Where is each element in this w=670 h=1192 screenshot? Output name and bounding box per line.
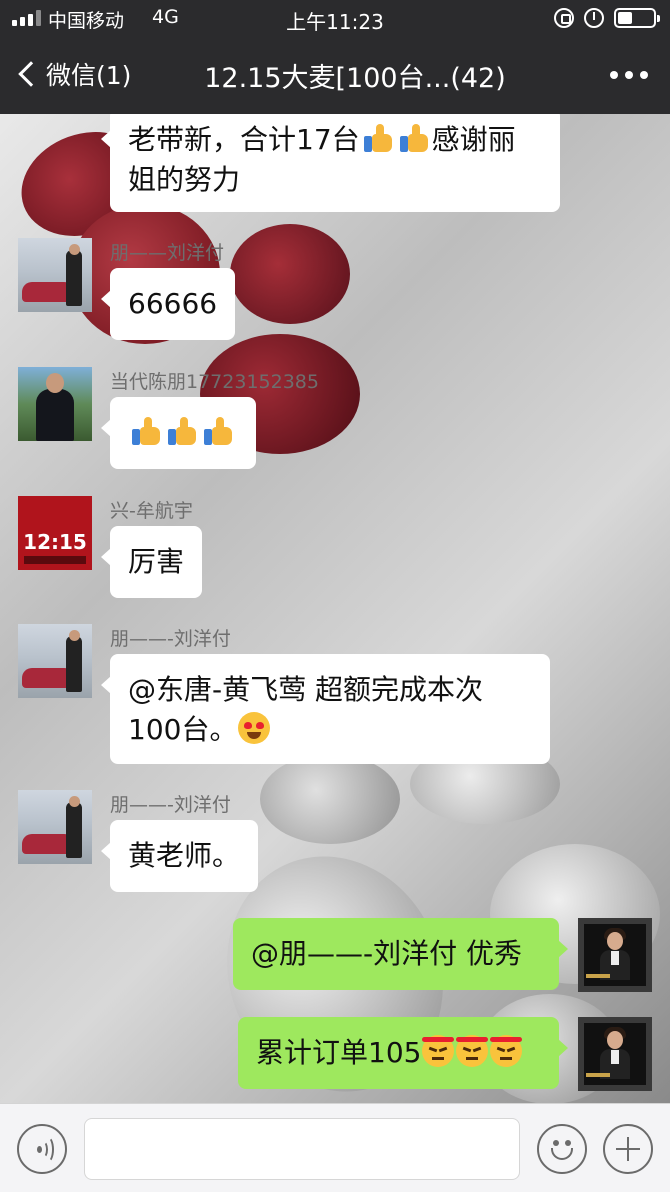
chevron-left-icon xyxy=(18,61,44,87)
plus-icon[interactable] xyxy=(603,1124,653,1174)
nav-bar: 微信(1) 12.15大麦[100台...(42) xyxy=(0,38,670,114)
avatar[interactable] xyxy=(18,790,92,864)
sender-name: 当代陈朋17723152385 xyxy=(110,371,319,393)
input-bar xyxy=(0,1103,670,1192)
sender-name: 兴-牟航宇 xyxy=(110,500,193,522)
sender-name: 朋——刘洋付 xyxy=(110,242,225,264)
message-bubble-self[interactable]: @朋——-刘洋付 优秀 xyxy=(233,918,568,990)
voice-icon[interactable] xyxy=(17,1124,67,1174)
message-text: 厉害 xyxy=(128,545,185,578)
angry-face-emoji-icon xyxy=(456,1035,489,1067)
sender-name: 朋——-刘洋付 xyxy=(110,628,231,650)
message-text: @朋——-刘洋付 优秀 xyxy=(251,937,523,970)
status-bar: 中国移动 4G 上午11:23 xyxy=(0,0,670,38)
avatar[interactable]: 12:15 xyxy=(18,496,92,570)
message-bubble[interactable]: 老带新，合计17台 感谢丽 姐的努力 xyxy=(101,114,560,212)
thumbs-up-icon xyxy=(398,122,430,154)
message-text: @东唐-黄飞莺 超额完成本次 xyxy=(128,673,484,706)
message-bubble[interactable]: 厉害 xyxy=(100,526,203,598)
chat-title: 12.15大麦[100台...(42) xyxy=(204,63,506,94)
message-bubble[interactable]: 黄老师。 xyxy=(100,820,259,892)
message-text: 老带新，合计17台 xyxy=(128,123,360,156)
message-bubble[interactable]: @东唐-黄飞莺 超额完成本次 100台。 xyxy=(101,654,550,764)
thumbs-up-icon xyxy=(166,415,198,447)
heart-eyes-emoji-icon xyxy=(238,712,271,744)
angry-face-emoji-icon xyxy=(422,1035,455,1067)
avatar[interactable] xyxy=(18,367,92,441)
sender-name: 朋——-刘洋付 xyxy=(110,794,231,816)
chat-area[interactable]: 老带新，合计17台 感谢丽 姐的努力 朋——刘洋付 66666 当代陈朋17723… xyxy=(0,114,670,1103)
back-label: 微信(1) xyxy=(46,61,132,90)
message-text: 黄老师。 xyxy=(128,839,241,872)
back-button[interactable]: 微信(1) xyxy=(14,56,131,92)
avatar-self[interactable] xyxy=(578,918,652,992)
emoji-icon[interactable] xyxy=(537,1124,587,1174)
more-dots-icon[interactable] xyxy=(610,71,648,79)
orientation-lock-icon xyxy=(554,8,574,28)
wallpaper-pebble xyxy=(230,224,350,324)
message-text: 累计订单105 xyxy=(256,1036,422,1069)
wallpaper-pebble xyxy=(260,754,400,844)
message-text: 100台。 xyxy=(128,713,238,746)
thumbs-up-icon xyxy=(130,415,162,447)
avatar[interactable] xyxy=(18,238,92,312)
avatar[interactable] xyxy=(18,624,92,698)
message-text: 66666 xyxy=(128,287,218,320)
message-bubble[interactable]: 66666 xyxy=(100,268,236,340)
message-text: 姐的努力 xyxy=(128,163,241,196)
message-input[interactable] xyxy=(84,1118,520,1180)
avatar-poster-date: 12:15 xyxy=(23,530,87,554)
top-bar: 中国移动 4G 上午11:23 微信(1) 12.15大麦[100台...(42… xyxy=(0,0,670,114)
message-text: 感谢丽 xyxy=(431,123,516,156)
battery-icon xyxy=(614,8,660,28)
message-bubble[interactable] xyxy=(101,397,256,469)
status-icons xyxy=(554,8,660,28)
thumbs-up-icon xyxy=(202,415,234,447)
thumbs-up-icon xyxy=(362,122,394,154)
angry-face-emoji-icon xyxy=(490,1035,523,1067)
message-bubble-self[interactable]: 累计订单105 xyxy=(238,1017,568,1089)
avatar-self[interactable] xyxy=(578,1017,652,1091)
alarm-icon xyxy=(584,8,604,28)
